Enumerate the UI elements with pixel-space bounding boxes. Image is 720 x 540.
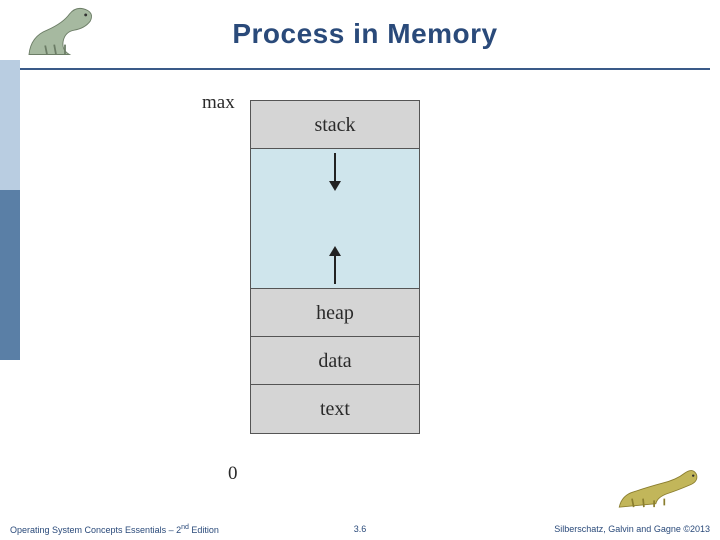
memory-layout: stack heap data text — [250, 100, 420, 434]
footer-edition-suffix: Edition — [189, 525, 219, 535]
footer-copyright: Silberschatz, Galvin and Gagne ©2013 — [554, 524, 710, 534]
segment-data: data — [251, 337, 419, 385]
footer-book-title: Operating System Concepts Essentials – 2 — [10, 525, 181, 535]
segment-stack: stack — [251, 101, 419, 149]
side-ribbon — [0, 0, 20, 540]
footer-left: Operating System Concepts Essentials – 2… — [10, 524, 219, 535]
page-title: Process in Memory — [20, 0, 710, 50]
dinosaur-logo-icon — [615, 464, 700, 512]
axis-label-zero: 0 — [228, 463, 238, 485]
footer: Operating System Concepts Essentials – 2… — [0, 518, 720, 540]
segment-text: text — [251, 385, 419, 433]
header: Process in Memory — [20, 0, 710, 70]
footer-edition-ordinal: nd — [181, 524, 189, 531]
memory-diagram: max 0 stack heap data text — [180, 88, 480, 488]
segment-heap: heap — [251, 289, 419, 337]
arrow-down-icon — [334, 153, 336, 189]
axis-label-max: max — [202, 92, 235, 114]
dinosaur-logo-icon — [20, 4, 110, 60]
segment-free-space — [251, 149, 419, 289]
arrow-up-icon — [334, 248, 336, 284]
